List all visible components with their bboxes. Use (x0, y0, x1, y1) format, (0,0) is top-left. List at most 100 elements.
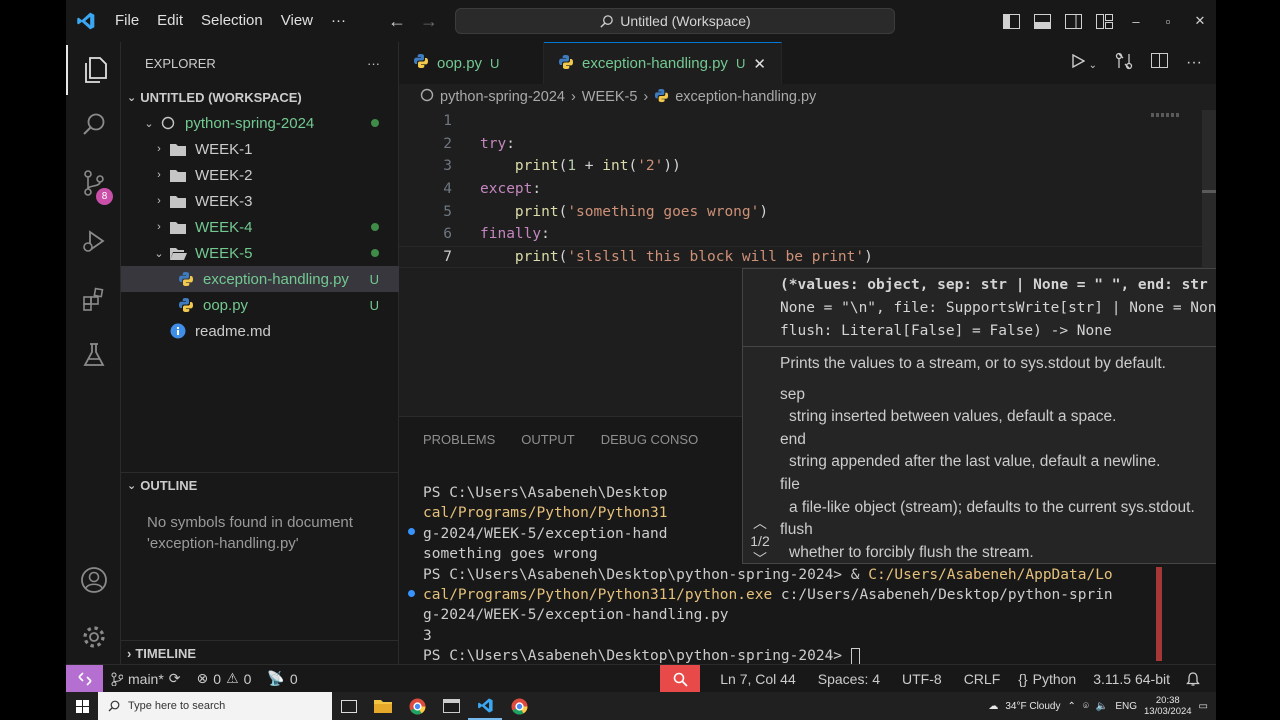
tree-item-python-spring-2024[interactable]: ⌄ python-spring-2024 (121, 110, 399, 136)
root-folder-icon (157, 116, 179, 130)
run-file-play-icon[interactable]: ⌄ (1071, 53, 1097, 73)
forward-arrow-icon[interactable]: → (420, 11, 438, 32)
task-view-icon[interactable] (332, 692, 366, 720)
folder-icon (167, 195, 189, 208)
clock[interactable]: 20:38 13/03/2024 (1144, 695, 1192, 717)
tree-item-week-4[interactable]: › WEEK-4 (121, 214, 399, 240)
language-mode[interactable]: {} Python (1011, 665, 1083, 692)
indentation[interactable]: Spaces: 4 (807, 665, 891, 692)
code-line[interactable]: 7 print('slslsll this block will be prin… (399, 245, 1216, 269)
taskbar-search-input[interactable]: Type here to search (98, 692, 332, 720)
tree-item-week-5[interactable]: ⌄ WEEK-5 (121, 240, 399, 266)
chrome-profile-icon[interactable] (502, 692, 536, 720)
chevron-up-icon[interactable]: ︿ (743, 514, 777, 532)
testing-flask-icon[interactable] (66, 330, 121, 380)
panel-tab-debug-console[interactable]: DEBUG CONSO (601, 432, 699, 447)
code-text: except: (480, 181, 542, 198)
code-line[interactable]: 4 except: (399, 178, 1216, 201)
remote-indicator-icon[interactable] (66, 664, 103, 692)
breadcrumb-item[interactable]: WEEK-5 (582, 89, 638, 105)
minimize-button[interactable]: – (1120, 0, 1152, 42)
explorer-icon[interactable] (66, 45, 121, 95)
tree-item-readme-md[interactable]: readme.md (121, 318, 399, 344)
timeline-section-header[interactable]: › TIMELINE (121, 640, 399, 666)
source-control-icon[interactable]: 8 (66, 158, 121, 208)
windows-start-icon[interactable] (66, 692, 98, 720)
file-encoding[interactable]: UTF-8 (891, 665, 953, 692)
back-arrow-icon[interactable]: ← (388, 11, 406, 32)
cursor-position[interactable]: Ln 7, Col 44 (700, 665, 807, 692)
braces-icon: {} (1018, 671, 1028, 687)
settings-gear-icon[interactable] (66, 612, 121, 662)
notifications-bell-icon[interactable] (1180, 665, 1216, 692)
file-explorer-icon[interactable] (366, 692, 400, 720)
command-center[interactable]: Untitled (Workspace) (455, 8, 895, 34)
volume-icon[interactable]: 🔈 (1096, 701, 1108, 712)
language-indicator[interactable]: ENG (1115, 701, 1137, 712)
menu-edit[interactable]: Edit (148, 0, 192, 42)
tab-exception-handling-py[interactable]: exception-handling.py U ✕ (544, 42, 782, 84)
run-debug-icon[interactable] (66, 216, 121, 266)
ports-status[interactable]: 📡 0 (259, 665, 305, 693)
close-window-button[interactable]: ✕ (1184, 0, 1216, 42)
python-interpreter[interactable]: 3.11.5 64-bit (1083, 665, 1180, 692)
outline-section-header[interactable]: ⌄ OUTLINE (121, 472, 399, 498)
tree-item-exception-handling-py[interactable]: exception-handling.py U (121, 266, 399, 292)
terminal-app-icon[interactable] (434, 692, 468, 720)
root-folder-icon (420, 88, 434, 106)
menu-file[interactable]: File (106, 0, 148, 42)
tray-overflow-icon[interactable]: ⌃ (1067, 701, 1075, 712)
breadcrumb-item[interactable]: exception-handling.py (675, 89, 816, 105)
split-editor-icon[interactable] (1151, 53, 1169, 73)
tree-item-week-2[interactable]: › WEEK-2 (121, 162, 399, 188)
more-actions-icon[interactable]: ··· (1186, 54, 1202, 72)
tab-label: exception-handling.py (582, 55, 728, 72)
panel-tab-output[interactable]: OUTPUT (521, 432, 574, 447)
chevron-down-icon[interactable]: ﹀ (743, 550, 777, 563)
tree-item-week-1[interactable]: › WEEK-1 (121, 136, 399, 162)
overload-counter: 1/2 (750, 533, 770, 549)
code-line[interactable]: 1 (399, 110, 1216, 133)
compare-changes-icon[interactable] (1115, 52, 1133, 75)
menu-selection[interactable]: Selection (192, 0, 272, 42)
code-line[interactable]: 2 try: (399, 133, 1216, 156)
terminal-command-marker[interactable] (408, 590, 415, 597)
menu-view[interactable]: View (272, 0, 322, 42)
problems-status[interactable]: ⊗ 0 ⚠ 0 (189, 665, 260, 693)
close-tab-icon[interactable]: ✕ (753, 55, 766, 73)
sync-icon[interactable]: ⟳ (169, 670, 181, 687)
search-sidebar-icon[interactable] (66, 100, 121, 150)
code-line[interactable]: 6 finally: (399, 223, 1216, 246)
line-endings[interactable]: CRLF (953, 665, 1012, 692)
weather-text[interactable]: 34°F Cloudy (1005, 701, 1060, 712)
code-line[interactable]: 5 print('something goes wrong') (399, 200, 1216, 223)
tree-item-week-3[interactable]: › WEEK-3 (121, 188, 399, 214)
breadcrumb-item[interactable]: python-spring-2024 (440, 89, 565, 105)
extensions-icon[interactable] (66, 274, 121, 324)
chrome-icon[interactable] (400, 692, 434, 720)
git-branch-status[interactable]: main* ⟳ (103, 665, 189, 693)
notification-center-icon[interactable]: ▭ (1199, 701, 1208, 712)
customize-layout-icon[interactable] (1089, 0, 1120, 42)
vscode-taskbar-icon[interactable] (468, 692, 502, 720)
toggle-secondary-sidebar-icon[interactable] (1058, 0, 1089, 42)
weather-cloud-icon[interactable]: ☁ (988, 701, 998, 712)
network-icon[interactable]: ⌾ (1083, 701, 1089, 712)
tree-item-oop-py[interactable]: oop.py U (121, 292, 399, 318)
terminal-command-marker[interactable] (408, 528, 415, 535)
toggle-primary-sidebar-icon[interactable] (996, 0, 1027, 42)
explorer-more-button[interactable]: ··· (367, 56, 380, 71)
panel-tab-problems[interactable]: PROBLEMS (423, 432, 495, 447)
toggle-panel-icon[interactable] (1027, 0, 1058, 42)
warning-count: 0 (243, 670, 252, 687)
minimap[interactable] (1151, 113, 1181, 117)
param-desc: whether to forcibly flush the stream. (789, 543, 1034, 561)
tab-oop-py[interactable]: oop.py U (399, 42, 544, 84)
menu-more[interactable]: ··· (322, 0, 355, 42)
accounts-icon[interactable] (66, 555, 121, 605)
workspace-section-header[interactable]: ⌄ UNTITLED (WORKSPACE) (121, 84, 398, 110)
zoom-magnifier-icon[interactable] (660, 665, 701, 692)
code-text: try: (480, 135, 515, 152)
code-line[interactable]: 3 print(1 + int('2')) (399, 155, 1216, 178)
restore-button[interactable]: ▫ (1152, 0, 1184, 42)
